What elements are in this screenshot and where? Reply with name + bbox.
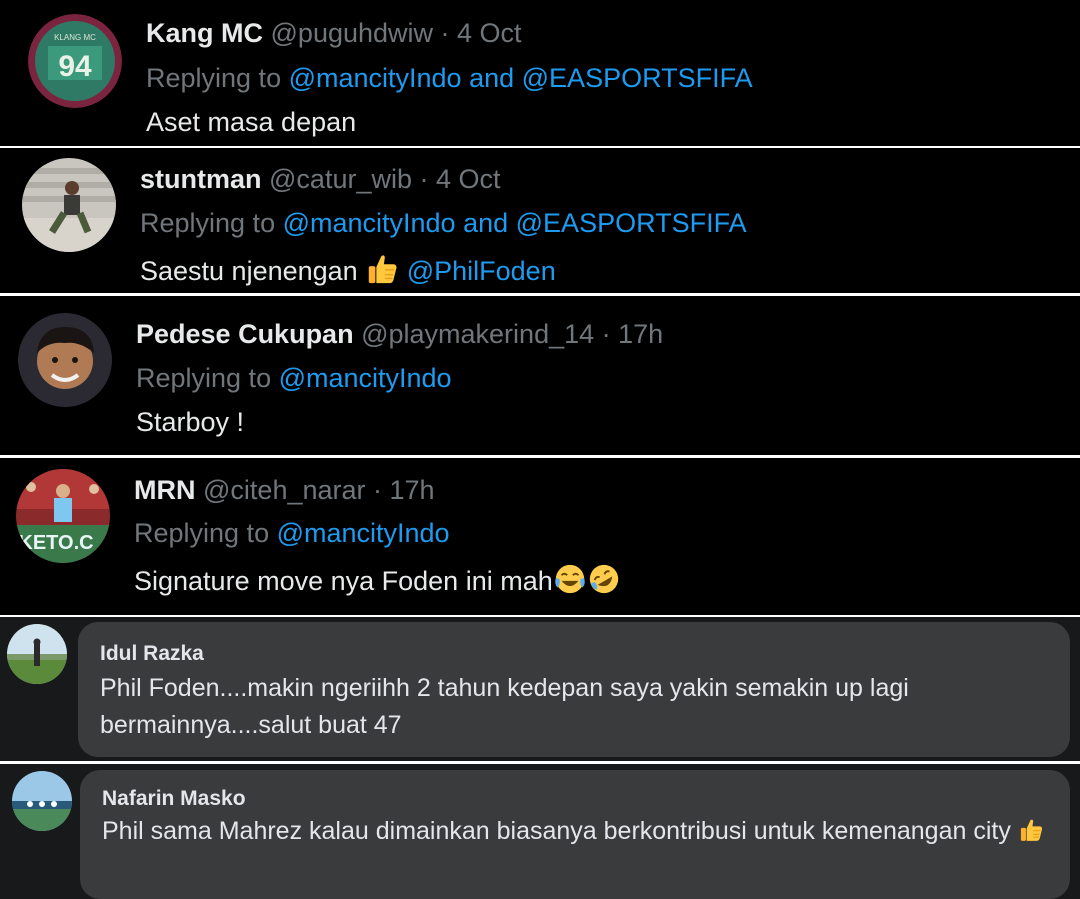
replying-to: Replying to @mancityIndo (136, 362, 452, 394)
svg-text:94: 94 (58, 50, 92, 83)
facebook-comment: Idul Razka Phil Foden....makin ngeriihh … (0, 617, 1080, 761)
mention-link[interactable]: @EASPORTSFIFA (516, 208, 747, 238)
tweet-text: Saestu njenengan @PhilFoden (140, 252, 556, 287)
avatar[interactable]: KETO.C (16, 469, 110, 563)
avatar-image (7, 624, 67, 684)
handle[interactable]: @citeh_narar (203, 475, 366, 505)
handle[interactable]: @catur_wib (269, 164, 412, 194)
comment-text: Phil sama Mahrez kalau dimainkan biasany… (102, 813, 1052, 850)
replying-label: Replying to (136, 363, 279, 393)
tweet-header: Pedese Cukupan @playmakerind_14 · 17h (136, 318, 663, 350)
avatar[interactable]: 94 KLANG MC (28, 14, 122, 108)
mention-link[interactable]: @mancityIndo (283, 208, 456, 238)
tweet-text: Aset masa depan (146, 107, 357, 137)
avatar[interactable] (12, 771, 72, 831)
tweet-reply[interactable]: Pedese Cukupan @playmakerind_14 · 17h Re… (0, 296, 1080, 455)
tweet-text-body: Signature move nya Foden ini mah (134, 566, 553, 596)
tweet-header: Kang MC @puguhdwiw · 4 Oct (146, 17, 522, 49)
separator-dot: · (433, 18, 458, 48)
commenter-name[interactable]: Nafarin Masko (102, 786, 246, 812)
avatar[interactable] (7, 624, 67, 684)
timestamp[interactable]: 17h (390, 475, 435, 505)
avatar-image (18, 313, 112, 407)
svg-text:KETO.C: KETO.C (18, 532, 93, 554)
separator-dot: · (365, 475, 390, 505)
tweet-text-body: Saestu njenengan (140, 256, 358, 286)
replying-label: Replying to (146, 63, 289, 93)
display-name[interactable]: MRN (134, 475, 196, 505)
display-name[interactable]: Pedese Cukupan (136, 319, 354, 349)
svg-text:KLANG MC: KLANG MC (54, 33, 96, 42)
mention-link[interactable]: @mancityIndo (277, 518, 450, 548)
avatar-image (12, 771, 72, 831)
comment-text-body: Phil sama Mahrez kalau dimainkan biasany… (102, 817, 1011, 845)
thumbs-up-icon (1018, 817, 1044, 843)
replying-label: Replying to (134, 518, 277, 548)
replying-joiner: and (455, 208, 516, 238)
replying-label: Replying to (140, 208, 283, 238)
timestamp[interactable]: 4 Oct (436, 164, 501, 194)
timestamp[interactable]: 4 Oct (457, 18, 522, 48)
display-name[interactable]: stuntman (140, 164, 262, 194)
avatar-image: 94 KLANG MC (28, 14, 122, 108)
display-name[interactable]: Kang MC (146, 18, 263, 48)
handle[interactable]: @puguhdwiw (271, 18, 434, 48)
tweet-text: Signature move nya Foden ini mah (134, 562, 621, 597)
comment-text: Phil Foden....makin ngeriihh 2 tahun ked… (100, 674, 909, 739)
mention-link[interactable]: @EASPORTSFIFA (522, 63, 753, 93)
avatar[interactable] (18, 313, 112, 407)
commenter-name[interactable]: Idul Razka (100, 641, 204, 667)
replying-to: Replying to @mancityIndo and @EASPORTSFI… (146, 62, 753, 94)
mention-link[interactable]: @PhilFoden (407, 256, 556, 286)
tweet-reply[interactable]: 94 KLANG MC Kang MC @puguhdwiw · 4 Oct R… (0, 0, 1080, 146)
tweet-header: MRN @citeh_narar · 17h (134, 474, 435, 506)
separator-dot: · (411, 164, 436, 194)
avatar-image: KETO.C (16, 469, 110, 563)
timestamp[interactable]: 17h (618, 319, 663, 349)
thumbs-up-icon (365, 252, 399, 286)
tweet-reply[interactable]: KETO.C MRN @citeh_narar · 17h Replying t… (0, 458, 1080, 615)
avatar[interactable] (22, 158, 116, 252)
handle[interactable]: @playmakerind_14 (361, 319, 594, 349)
replying-joiner: and (461, 63, 522, 93)
tweet-reply[interactable]: stuntman @catur_wib · 4 Oct Replying to … (0, 148, 1080, 293)
separator-dot: · (594, 319, 619, 349)
replying-to: Replying to @mancityIndo and @EASPORTSFI… (140, 207, 747, 239)
mention-link[interactable]: @mancityIndo (279, 363, 452, 393)
tweet-header: stuntman @catur_wib · 4 Oct (140, 163, 501, 195)
facebook-comment: Nafarin Masko Phil sama Mahrez kalau dim… (0, 764, 1080, 899)
replying-to: Replying to @mancityIndo (134, 517, 450, 549)
mention-link[interactable]: @mancityIndo (289, 63, 462, 93)
rolling-laughing-icon (587, 562, 621, 596)
tears-of-joy-icon (553, 562, 587, 596)
tweet-text: Starboy ! (136, 407, 245, 437)
avatar-image (22, 158, 116, 252)
